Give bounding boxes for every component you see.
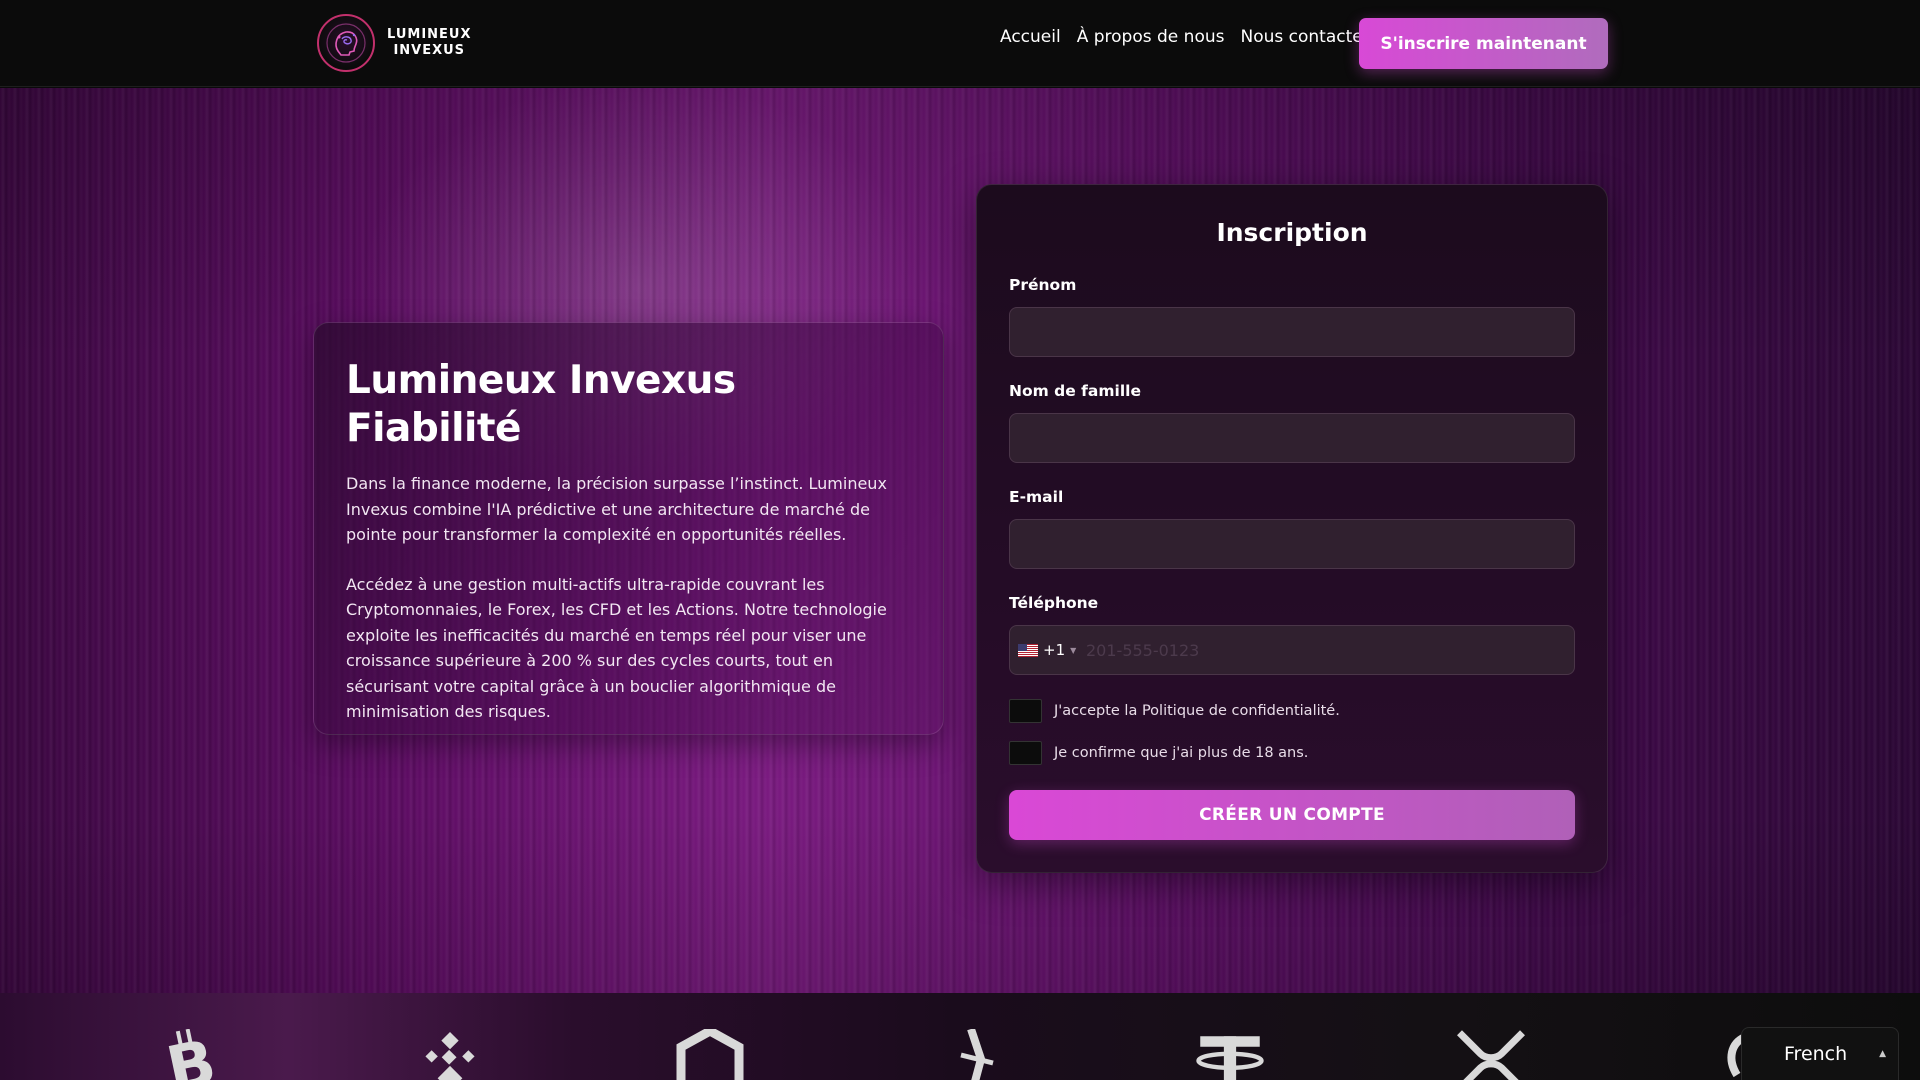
country-code-select[interactable]: +1 ▼ (1010, 626, 1086, 674)
us-flag-icon (1018, 643, 1038, 657)
age-checkbox[interactable] (1009, 741, 1042, 765)
create-account-button[interactable]: CRÉER UN COMPTE (1009, 790, 1575, 840)
logo-line-1: LUMINEUX (387, 27, 472, 42)
binance-icon (415, 1029, 485, 1080)
brain-head-icon (317, 14, 375, 72)
main-nav: Accueil À propos de nous Nous contacter (1000, 27, 1370, 47)
logo[interactable]: LUMINEUX INVEXUS (317, 14, 472, 72)
signup-now-button[interactable]: S'inscrire maintenant (1359, 18, 1608, 69)
logo-wordmark: LUMINEUX INVEXUS (387, 27, 472, 59)
form-title: Inscription (1216, 218, 1368, 247)
age-consent-row: Je confirme que j'ai plus de 18 ans. (1009, 741, 1308, 765)
privacy-consent-row: J'accepte la Politique de confidentialit… (1009, 699, 1340, 723)
info-card: Lumineux Invexus Fiabilité Dans la finan… (313, 322, 944, 735)
language-label: French (1784, 1043, 1848, 1065)
last-name-input[interactable] (1009, 413, 1575, 463)
hero-paragraph-1: Dans la finance moderne, la précision su… (346, 474, 887, 544)
stellar-icon (942, 1029, 1012, 1080)
age-label: Je confirme que j'ai plus de 18 ans. (1054, 745, 1309, 761)
chevron-down-icon: ▼ (1070, 645, 1077, 655)
tether-icon (1195, 1029, 1265, 1080)
privacy-checkbox[interactable] (1009, 699, 1042, 723)
phone-field: +1 ▼ (1009, 625, 1575, 675)
chainlink-icon (675, 1029, 745, 1080)
logo-line-2: INVEXUS (393, 43, 466, 58)
site-header: LUMINEUX INVEXUS Accueil À propos de nou… (0, 0, 1920, 87)
hero-overlay (0, 88, 1920, 993)
hero-paragraph-2: Accédez à une gestion multi-actifs ultra… (346, 574, 887, 722)
registration-form: Inscription Prénom Nom de famille E-mail… (976, 184, 1608, 873)
email-label: E-mail (1009, 488, 1064, 506)
xrp-icon (1456, 1029, 1526, 1080)
first-name-label: Prénom (1009, 276, 1077, 294)
crypto-logos-strip: B (0, 993, 1920, 1080)
last-name-label: Nom de famille (1009, 382, 1141, 400)
email-input[interactable] (1009, 519, 1575, 569)
hero-title: Lumineux Invexus Fiabilité (346, 358, 736, 451)
phone-label: Téléphone (1009, 594, 1099, 612)
nav-about[interactable]: À propos de nous (1077, 27, 1225, 47)
phone-input[interactable] (1086, 626, 1574, 674)
svg-text:B: B (161, 1029, 222, 1080)
country-code: +1 (1043, 641, 1066, 659)
nav-contact[interactable]: Nous contacter (1240, 27, 1369, 47)
nav-home[interactable]: Accueil (1000, 27, 1061, 47)
chevron-up-icon: ▲ (1879, 1049, 1886, 1059)
bitcoin-icon: B (157, 1029, 227, 1080)
first-name-input[interactable] (1009, 307, 1575, 357)
privacy-label: J'accepte la Politique de confidentialit… (1054, 703, 1340, 719)
language-selector[interactable]: French ▲ (1741, 1027, 1899, 1080)
